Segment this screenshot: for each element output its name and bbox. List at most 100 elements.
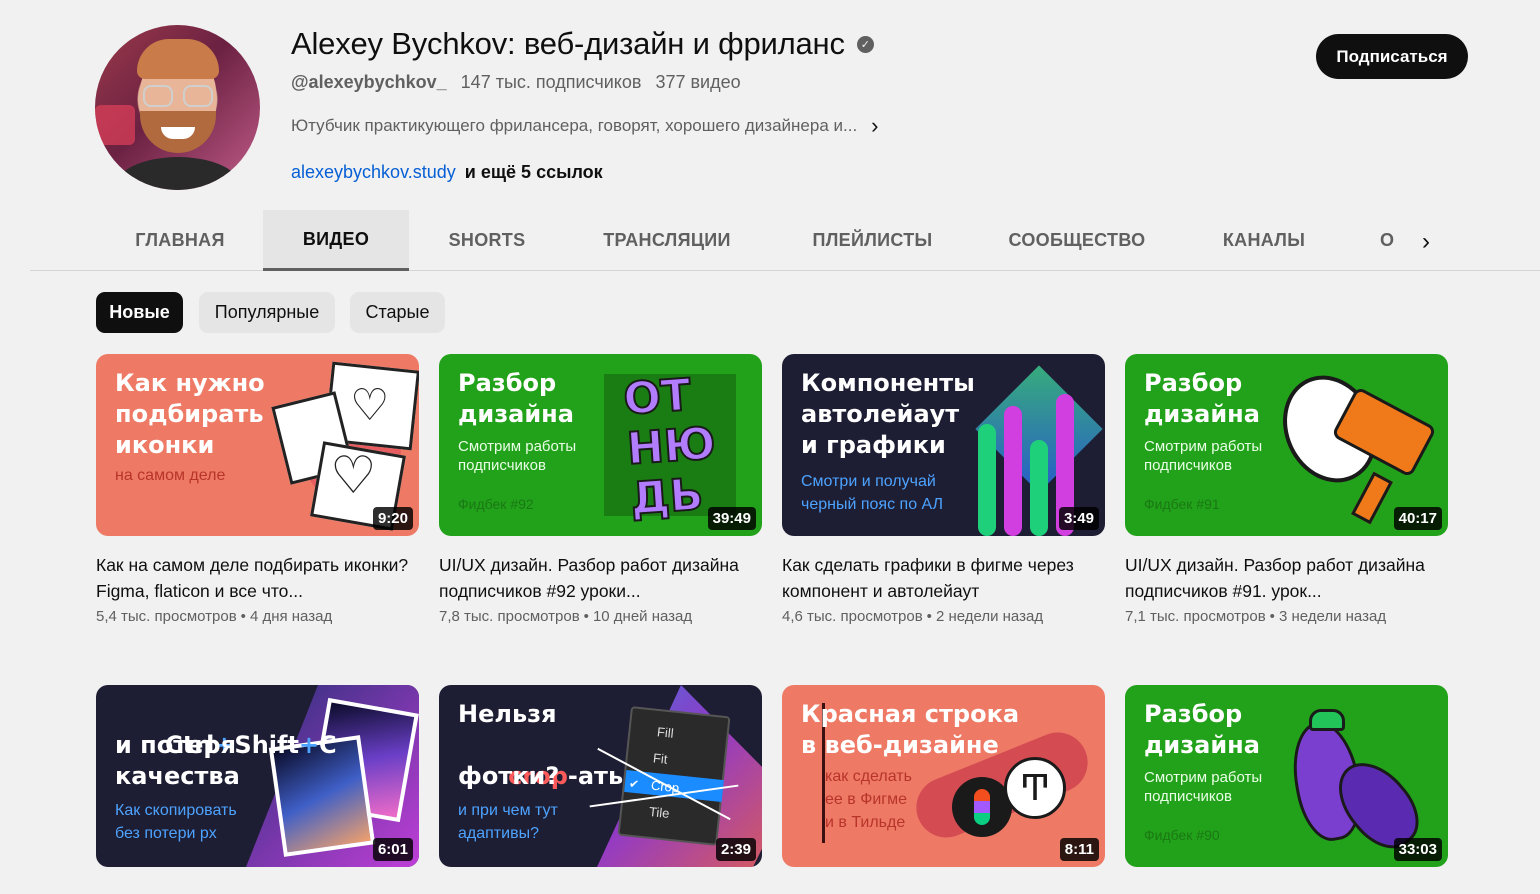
thumbnail-subtitle: Как скопировать без потери px (115, 802, 237, 842)
chart-bar (1030, 440, 1048, 536)
tab-channels[interactable]: КАНАЛЫ (1212, 210, 1316, 271)
duration-badge: 9:20 (372, 507, 413, 530)
thumbnail-title: Нельзя (458, 700, 557, 728)
thumbnail-title: Разбор дизайна (1144, 700, 1260, 759)
video-title[interactable]: UI/UX дизайн. Разбор работ дизайна подпи… (439, 552, 762, 604)
tab-playlists[interactable]: ПЛЕЙЛИСТЫ (800, 210, 945, 271)
thumbnail-key-shift: Shift (234, 731, 299, 759)
video-title[interactable]: UI/UX дизайн. Разбор работ дизайна подпи… (1125, 552, 1448, 604)
thumbnail-subtitle: Смотрим работы подписчиков (458, 438, 577, 474)
view-count: 7,1 тыс. просмотров (1125, 608, 1266, 625)
tab-live[interactable]: ТРАНСЛЯЦИИ (592, 210, 742, 271)
video-thumbnail[interactable]: Ͳ Красная строка в веб-дизайне как сдела… (782, 685, 1105, 867)
chip-popular[interactable]: Популярные (199, 292, 335, 333)
thumbnail-plus: + (298, 731, 320, 759)
video-title[interactable]: Как на самом деле подбирать иконки? Figm… (96, 552, 419, 604)
subscribe-button[interactable]: Подписаться (1316, 34, 1468, 79)
thumbnail-title: Компоненты автолейаут и графики (801, 369, 975, 459)
video-thumbnail[interactable]: Компоненты автолейаут и графики Смотри и… (782, 354, 1105, 536)
video-thumbnail[interactable]: Fill Fit ✔ Crop Tile Нельзя crop-ать фот… (439, 685, 762, 867)
upload-age: 4 дня назад (249, 608, 333, 625)
duration-badge: 8:11 (1059, 838, 1099, 861)
video-card[interactable]: Компоненты автолейаут и графики Смотри и… (782, 354, 1105, 625)
channel-name: Alexey Bychkov: веб-дизайн и фриланс (291, 26, 845, 61)
figma-logo-mark (974, 789, 990, 825)
thumbnail-title: Разбор дизайна (1144, 369, 1260, 428)
video-card[interactable]: Fill Fit ✔ Crop Tile Нельзя crop-ать фот… (439, 685, 762, 867)
tab-shorts[interactable]: SHORTS (432, 210, 542, 271)
thumbnail-title: фотки? (458, 762, 560, 790)
channel-meta: @alexeybychkov_ 147 тыс. подписчиков 377… (291, 72, 741, 93)
tabs-scroll-right-icon[interactable]: › (1422, 228, 1430, 256)
hearts-icon: ♡ (330, 447, 377, 505)
duration-badge: 6:01 (372, 838, 413, 861)
thumbnail-subtitle: Смотрим работы подписчиков (1144, 769, 1263, 805)
video-card[interactable]: Разбор дизайна Смотрим работы подписчико… (1125, 354, 1448, 625)
duration-badge: 33:03 (1393, 838, 1442, 861)
thumbnail-subtitle: Смотри и получай черный пояс по АЛ (801, 473, 944, 513)
tab-videos[interactable]: ВИДЕО (263, 210, 409, 271)
video-thumbnail[interactable]: ♡ ♡ Как нужно подбирать иконки на самом … (96, 354, 419, 536)
thumbnail-title: Красная строка в веб-дизайне (801, 700, 1020, 759)
tab-community[interactable]: СООБЩЕСТВО (1002, 210, 1152, 271)
thumbnail-tag: Фидбек #91 (1144, 496, 1220, 512)
thumbnail-title: -ать (567, 762, 624, 790)
video-card[interactable]: ОТ НЮ ДЬ Разбор дизайна Смотрим работы п… (439, 354, 762, 625)
video-thumbnail[interactable]: Ctrl+Shift+C и потеря качества Как скопи… (96, 685, 419, 867)
menu-item-tile: Tile (648, 803, 671, 822)
thumbnail-title: Разбор дизайна (458, 369, 574, 428)
duration-badge: 40:17 (1393, 507, 1442, 530)
more-links-button[interactable]: и ещё 5 ссылок (465, 162, 603, 182)
channel-description-text: Ютубчик практикующего фрилансера, говоря… (291, 116, 858, 135)
channel-link[interactable]: alexeybychkov.study (291, 162, 456, 182)
video-thumbnail[interactable]: Разбор дизайна Смотрим работы подписчико… (1125, 685, 1448, 867)
thumbnail-tag: Фидбек #90 (1144, 827, 1220, 843)
channel-avatar[interactable] (95, 25, 260, 190)
video-card[interactable]: ♡ ♡ Как нужно подбирать иконки на самом … (96, 354, 419, 625)
video-meta: 5,4 тыс. просмотров • 4 дня назад (96, 608, 333, 625)
avatar-background-sign (95, 105, 135, 145)
eggplant-stem (1309, 709, 1345, 731)
menu-item-fill: Fill (656, 724, 675, 741)
video-card[interactable]: Ctrl+Shift+C и потеря качества Как скопи… (96, 685, 419, 867)
channel-handle: @alexeybychkov_ (291, 72, 447, 92)
channel-description[interactable]: Ютубчик практикующего фрилансера, говоря… (291, 113, 879, 139)
channel-tabs: ГЛАВНАЯ ВИДЕО SHORTS ТРАНСЛЯЦИИ ПЛЕЙЛИСТ… (30, 210, 1540, 271)
video-thumbnail[interactable]: ОТ НЮ ДЬ Разбор дизайна Смотрим работы п… (439, 354, 762, 536)
subscriber-count: 147 тыс. подписчиков (460, 72, 642, 92)
video-count: 377 видео (655, 72, 741, 92)
view-count: 4,6 тыс. просмотров (782, 608, 923, 625)
chevron-right-icon[interactable]: › (871, 113, 878, 139)
thumbnail-title: и потеря качества (115, 731, 240, 790)
chart-bar (1004, 406, 1022, 536)
thumbnail-subtitle: Смотрим работы подписчиков (1144, 438, 1263, 474)
video-card[interactable]: Ͳ Красная строка в веб-дизайне как сдела… (782, 685, 1105, 867)
video-title[interactable]: Как сделать графики в фигме через компон… (782, 552, 1105, 604)
menu-item-fit: Fit (652, 750, 669, 767)
megaphone-handle (1351, 471, 1393, 525)
video-meta: 7,1 тыс. просмотров • 3 недели назад (1125, 608, 1387, 625)
chart-bar (978, 424, 996, 536)
chip-latest[interactable]: Новые (96, 292, 183, 333)
tilda-logo-icon: Ͳ (1004, 757, 1066, 819)
thumbnail-lettering: ОТ НЮ ДЬ (621, 369, 718, 526)
duration-badge: 2:39 (715, 838, 756, 861)
upload-age: 3 недели назад (1278, 608, 1387, 625)
avatar-glasses (143, 85, 213, 107)
thumbnail-key-c: C (319, 731, 337, 759)
thumbnail-subtitle: как сделать ее в Фигме и в Тильде (825, 768, 912, 831)
video-thumbnail[interactable]: Разбор дизайна Смотрим работы подписчико… (1125, 354, 1448, 536)
tab-about[interactable]: О (1380, 210, 1400, 271)
upload-age: 10 дней назад (592, 608, 693, 625)
view-count: 5,4 тыс. просмотров (96, 608, 237, 625)
channel-title: Alexey Bychkov: веб-дизайн и фриланс ✓ (291, 26, 874, 62)
thumbnail-subtitle: и при чем тут адаптивы? (458, 802, 558, 842)
video-meta: 4,6 тыс. просмотров • 2 недели назад (782, 608, 1044, 625)
duration-badge: 3:49 (1058, 507, 1099, 530)
tab-home[interactable]: ГЛАВНАЯ (120, 210, 240, 271)
video-meta: 7,8 тыс. просмотров • 10 дней назад (439, 608, 693, 625)
video-card[interactable]: Разбор дизайна Смотрим работы подписчико… (1125, 685, 1448, 867)
heart-icon: ♡ (350, 381, 390, 430)
thumbnail-tag: Фидбек #92 (458, 496, 534, 512)
chip-oldest[interactable]: Старые (350, 292, 445, 333)
